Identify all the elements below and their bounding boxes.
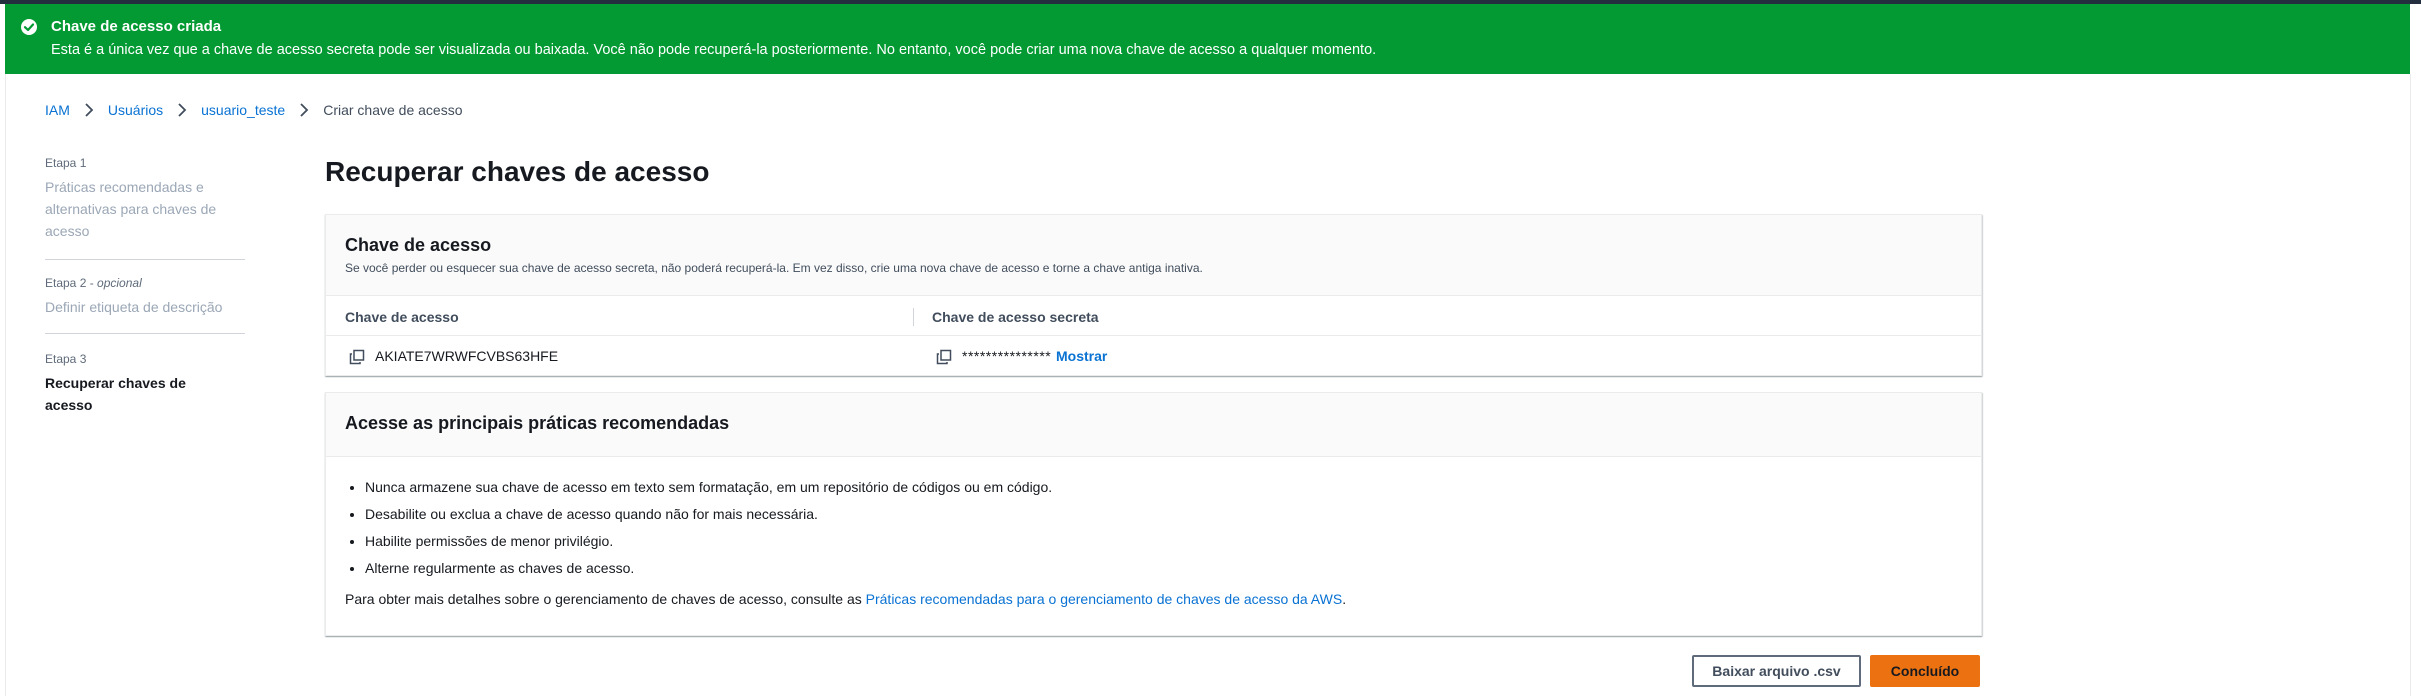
column-header-access-key: Chave de acesso (345, 309, 459, 325)
access-key-container: Chave de acesso Se você perder ou esquec… (325, 214, 1982, 376)
list-item: Alterne regularmente as chaves de acesso… (365, 558, 1052, 585)
footer-suffix: . (1342, 591, 1347, 607)
step-3-title: Recuperar chaves de acesso (45, 375, 186, 413)
access-key-title: Chave de acesso (345, 235, 492, 255)
best-practices-title: Acesse as principais práticas recomendad… (345, 413, 730, 433)
secret-key-masked: *************** (962, 348, 1052, 364)
access-key-description: Se você perder ou esquecer sua chave de … (345, 261, 1203, 275)
show-secret-link[interactable]: Mostrar (1056, 348, 1107, 364)
best-practices-link[interactable]: Práticas recomendadas para o gerenciamen… (866, 591, 1343, 607)
copy-icon[interactable] (349, 349, 365, 365)
footer-text: Para obter mais detalhes sobre o gerenci… (345, 591, 866, 607)
flash-title: Chave de acesso criada (51, 18, 222, 35)
step-1-label: Etapa 1 (45, 156, 87, 170)
step-2-label: Etapa 2 - opcional (45, 276, 142, 290)
step-2-title: Definir etiqueta de descrição (45, 299, 223, 315)
list-item: Habilite permissões de menor privilégio. (365, 531, 1052, 558)
breadcrumb-current: Criar chave de acesso (323, 102, 463, 118)
best-practices-container: Acesse as principais práticas recomendad… (325, 392, 1982, 636)
success-flashbar: Chave de acesso criada Esta é a única ve… (5, 4, 2410, 74)
step-divider (45, 333, 245, 334)
access-key-header: Chave de acesso Se você perder ou esquec… (326, 215, 1981, 296)
chevron-right-icon (85, 103, 94, 117)
breadcrumb-iam[interactable]: IAM (45, 102, 70, 118)
flash-message: Esta é a única vez que a chave de acesso… (51, 42, 1377, 58)
page-border-left (5, 74, 6, 696)
column-separator (913, 308, 914, 326)
list-item: Nunca armazene sua chave de acesso em te… (365, 477, 1052, 504)
page-border-right (2410, 74, 2411, 696)
page-title: Recuperar chaves de acesso (325, 156, 710, 187)
download-csv-button[interactable]: Baixar arquivo .csv (1692, 655, 1861, 687)
breadcrumb-users[interactable]: Usuários (108, 102, 163, 118)
breadcrumb-user[interactable]: usuario_teste (201, 102, 285, 118)
step-3-label: Etapa 3 (45, 352, 87, 366)
row-divider (326, 335, 1981, 336)
best-practices-footer: Para obter mais detalhes sobre o gerenci… (345, 591, 1346, 607)
best-practices-list: Nunca armazene sua chave de acesso em te… (345, 477, 1052, 585)
step-divider (45, 259, 245, 260)
step-2-optional: opcional (97, 276, 142, 290)
list-item: Desabilite ou exclua a chave de acesso q… (365, 504, 1052, 531)
access-key-id: AKIATE7WRWFCVBS63HFE (375, 348, 559, 364)
breadcrumb: IAM Usuários usuario_teste Criar chave d… (45, 100, 463, 120)
check-circle-icon (21, 19, 37, 35)
chevron-right-icon (300, 103, 309, 117)
column-header-secret-key: Chave de acesso secreta (932, 309, 1099, 325)
best-practices-header: Acesse as principais práticas recomendad… (326, 393, 1981, 457)
chevron-right-icon (178, 103, 187, 117)
step-1-title: Práticas recomendadas e alternativas par… (45, 179, 217, 239)
done-button[interactable]: Concluído (1870, 655, 1980, 687)
copy-icon[interactable] (936, 349, 952, 365)
